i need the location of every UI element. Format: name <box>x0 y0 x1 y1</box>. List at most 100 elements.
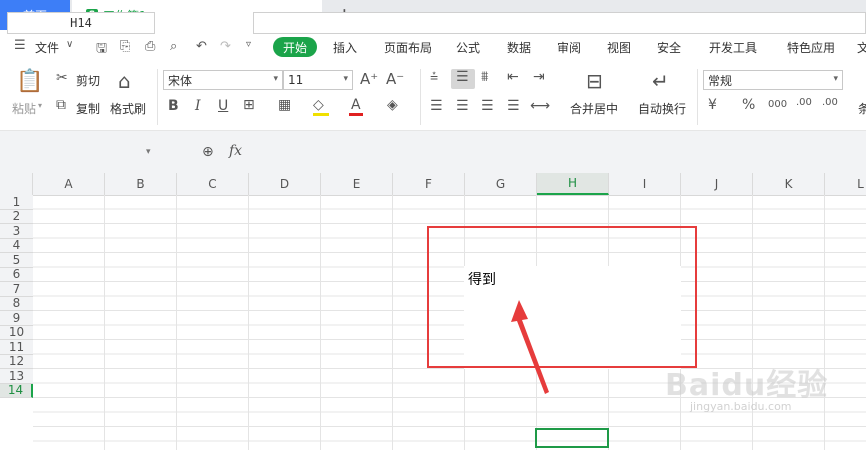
align-left-icon[interactable]: ☰ <box>430 98 443 114</box>
row-header-4[interactable]: 4 <box>0 238 33 253</box>
column-header-g[interactable]: G <box>465 173 537 195</box>
column-header-j[interactable]: J <box>681 173 753 195</box>
scissors-icon[interactable]: ✂ <box>56 70 68 86</box>
distributed-icon[interactable]: ⟷ <box>530 98 550 114</box>
align-middle-icon: ☰ <box>456 69 469 85</box>
column-header-row: ABCDEFGHIJKL <box>0 173 866 196</box>
align-top-icon[interactable]: ⩮ <box>430 69 438 85</box>
row-header-8[interactable]: 8 <box>0 296 33 311</box>
currency-icon[interactable]: ¥ <box>708 97 717 113</box>
row-header-9[interactable]: 9 <box>0 311 33 326</box>
menu-security[interactable]: 安全 <box>657 39 681 56</box>
select-all-corner[interactable] <box>0 173 33 195</box>
font-color-icon[interactable]: A <box>351 97 361 113</box>
borders-icon[interactable]: ⊞ <box>243 97 255 113</box>
menu-review[interactable]: 审阅 <box>557 39 581 56</box>
menu-more[interactable]: 文 <box>857 39 866 56</box>
paste-dropdown-icon[interactable]: ▾ <box>38 101 42 110</box>
row-header-7[interactable]: 7 <box>0 282 33 297</box>
clear-format-icon[interactable]: ◈ <box>387 97 398 113</box>
menu-developer[interactable]: 开发工具 <box>709 39 757 56</box>
decrease-decimal-icon[interactable]: .00 <box>822 97 838 108</box>
column-header-l[interactable]: L <box>825 173 866 195</box>
ribbon-overflow[interactable]: 条 <box>858 100 866 117</box>
number-format-select[interactable]: 常规 ▾ <box>703 70 843 90</box>
menu-start[interactable]: 开始 <box>273 37 317 57</box>
menu-insert[interactable]: 插入 <box>333 39 357 56</box>
print-preview-icon[interactable]: ⌕ <box>170 39 177 54</box>
align-center-icon[interactable]: ☰ <box>456 98 469 114</box>
undo-icon[interactable]: ↶ <box>196 39 207 54</box>
redo-icon[interactable]: ↷ <box>220 39 231 54</box>
row-header-13[interactable]: 13 <box>0 369 33 384</box>
menu-file[interactable]: 文件 <box>35 39 59 56</box>
comma-style-icon[interactable]: 000 <box>768 99 787 110</box>
menu-page-layout[interactable]: 页面布局 <box>384 39 432 56</box>
row-header-1[interactable]: 1 <box>0 195 33 210</box>
cut-button[interactable]: 剪切 <box>76 72 100 89</box>
row-header-10[interactable]: 10 <box>0 325 33 340</box>
menu-special-apps[interactable]: 特色应用 <box>787 39 835 56</box>
fill-color-swatch <box>313 113 329 116</box>
bold-icon[interactable]: B <box>168 98 179 114</box>
name-box[interactable]: H14 <box>7 12 155 34</box>
format-painter-button[interactable]: 格式刷 <box>110 100 146 117</box>
column-header-f[interactable]: F <box>393 173 465 195</box>
row-header-12[interactable]: 12 <box>0 354 33 369</box>
column-header-d[interactable]: D <box>249 173 321 195</box>
copy-button[interactable]: 复制 <box>76 100 100 117</box>
decrease-font-icon[interactable]: A⁻ <box>386 70 404 88</box>
annotation-arrow-icon <box>511 300 549 394</box>
fill-color-icon[interactable]: ◇ <box>313 97 324 113</box>
justify-icon[interactable]: ☰ <box>507 98 520 114</box>
column-header-i[interactable]: I <box>609 173 681 195</box>
menu-data[interactable]: 数据 <box>507 39 531 56</box>
copy-icon[interactable]: ⧉ <box>56 97 66 113</box>
decrease-indent-icon[interactable]: ⇤ <box>507 69 519 85</box>
menu-view[interactable]: 视图 <box>607 39 631 56</box>
ribbon-separator <box>420 69 421 125</box>
italic-icon[interactable]: I <box>195 98 201 114</box>
increase-indent-icon[interactable]: ⇥ <box>533 69 545 85</box>
clipboard-icon[interactable]: 📋 <box>16 69 43 94</box>
percent-icon[interactable]: % <box>742 97 755 113</box>
merge-cells-icon[interactable]: ⊟ <box>586 69 603 93</box>
column-header-e[interactable]: E <box>321 173 393 195</box>
column-header-c[interactable]: C <box>177 173 249 195</box>
paste-button[interactable]: 粘贴 <box>12 100 36 117</box>
chevron-down-icon[interactable]: ∨ <box>66 39 73 50</box>
row-header-2[interactable]: 2 <box>0 209 33 224</box>
fx-icon[interactable]: fx <box>229 143 242 159</box>
export-icon[interactable]: ⎘ <box>120 39 130 54</box>
chevron-down-icon[interactable]: ▾ <box>146 147 151 157</box>
row-header-5[interactable]: 5 <box>0 253 33 268</box>
format-painter-icon[interactable]: ⌂ <box>118 69 131 93</box>
row-header-6[interactable]: 6 <box>0 267 33 282</box>
column-header-b[interactable]: B <box>105 173 177 195</box>
wrap-text-icon[interactable]: ↵ <box>652 69 669 93</box>
font-size-select[interactable]: 11 ▾ <box>283 70 353 90</box>
formula-input[interactable] <box>253 12 866 34</box>
wrap-text-button[interactable]: 自动换行 <box>638 100 686 117</box>
column-header-h[interactable]: H <box>537 173 609 195</box>
row-header-14[interactable]: 14 <box>0 383 33 398</box>
increase-decimal-icon[interactable]: .00 <box>796 97 812 108</box>
fill-pattern-icon[interactable]: ▦ <box>278 97 291 113</box>
increase-font-icon[interactable]: A⁺ <box>360 70 378 88</box>
print-icon[interactable]: ⎙ <box>145 39 155 54</box>
merge-center-button[interactable]: 合并居中 <box>570 100 618 117</box>
row-header-3[interactable]: 3 <box>0 224 33 239</box>
font-name-select[interactable]: 宋体 ▾ <box>163 70 283 90</box>
align-right-icon[interactable]: ☰ <box>481 98 494 114</box>
active-cell-h14[interactable] <box>535 428 609 448</box>
align-bottom-icon[interactable]: ⩩ <box>481 69 488 85</box>
column-header-a[interactable]: A <box>33 173 105 195</box>
quick-access-more-icon[interactable]: ▿ <box>246 39 251 50</box>
menu-formulas[interactable]: 公式 <box>456 39 480 56</box>
column-header-k[interactable]: K <box>753 173 825 195</box>
zoom-search-icon[interactable]: ⊕ <box>202 144 214 160</box>
save-icon[interactable]: 🖫 <box>96 39 107 61</box>
row-header-11[interactable]: 11 <box>0 340 33 355</box>
hamburger-icon[interactable]: ☰ <box>14 38 26 53</box>
underline-icon[interactable]: U <box>218 98 228 114</box>
